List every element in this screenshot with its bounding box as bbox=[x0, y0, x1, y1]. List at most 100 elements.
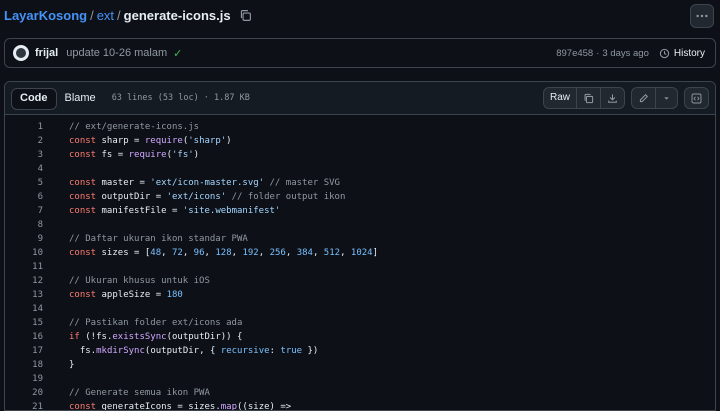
line-number[interactable]: 15 bbox=[5, 316, 43, 330]
code-line: 1 // ext/generate-icons.js bbox=[5, 120, 715, 134]
symbols-panel-button[interactable] bbox=[685, 88, 708, 108]
pencil-icon bbox=[639, 93, 649, 102]
line-content: const fs = require('fs') bbox=[69, 150, 200, 160]
line-number[interactable]: 12 bbox=[5, 274, 43, 288]
line-content: // ext/generate-icons.js bbox=[69, 122, 200, 132]
history-clock-icon bbox=[659, 48, 670, 58]
line-number[interactable]: 17 bbox=[5, 344, 43, 358]
tab-code[interactable]: Code bbox=[11, 88, 57, 110]
code-line: 7 const manifestFile = 'site.webmanifest' bbox=[5, 204, 715, 218]
history-button[interactable]: History bbox=[659, 48, 705, 59]
file-toolbar: Raw bbox=[537, 87, 709, 109]
breadcrumb-bar: LayarKosong / ext / generate-icons.js bbox=[0, 0, 720, 34]
line-content: const master = 'ext/icon-master.svg' // … bbox=[69, 178, 340, 188]
breadcrumb-separator: / bbox=[117, 8, 121, 23]
commit-hash[interactable]: 897e458 bbox=[556, 48, 593, 59]
line-number[interactable]: 13 bbox=[5, 288, 43, 302]
tab-blame[interactable]: Blame bbox=[57, 88, 104, 108]
code-line: 20 // Generate semua ikon PWA bbox=[5, 386, 715, 400]
line-content: // Daftar ukuran ikon standar PWA bbox=[69, 234, 248, 244]
line-number[interactable]: 1 bbox=[5, 120, 43, 134]
line-number[interactable]: 7 bbox=[5, 204, 43, 218]
download-button[interactable] bbox=[601, 88, 624, 108]
line-number[interactable]: 5 bbox=[5, 176, 43, 190]
code-line: 15 // Pastikan folder ext/icons ada bbox=[5, 316, 715, 330]
code-line: 17 fs.mkdirSync(outputDir, { recursive: … bbox=[5, 344, 715, 358]
line-number[interactable]: 18 bbox=[5, 358, 43, 372]
breadcrumb-repo-link[interactable]: LayarKosong bbox=[4, 8, 87, 23]
code-line: 11 bbox=[5, 260, 715, 274]
download-icon bbox=[608, 93, 617, 103]
line-content: const manifestFile = 'site.webmanifest' bbox=[69, 206, 281, 216]
line-content: fs.mkdirSync(outputDir, { recursive: tru… bbox=[79, 346, 319, 356]
commit-message[interactable]: update 10-26 malam bbox=[66, 47, 167, 59]
line-number[interactable]: 21 bbox=[5, 400, 43, 410]
commit-meta: 897e458 · 3 days ago History bbox=[556, 39, 705, 67]
line-content: const outputDir = 'ext/icons' // folder … bbox=[69, 192, 346, 202]
history-label: History bbox=[673, 47, 705, 59]
copy-raw-button[interactable] bbox=[577, 88, 601, 108]
breadcrumb-folder-link[interactable]: ext bbox=[97, 8, 114, 23]
line-number[interactable]: 11 bbox=[5, 260, 43, 274]
line-number[interactable]: 9 bbox=[5, 232, 43, 246]
line-number[interactable]: 10 bbox=[5, 246, 43, 260]
code-line: 14 bbox=[5, 302, 715, 316]
commit-time: 3 days ago bbox=[602, 47, 649, 59]
file-viewer: Code Blame 63 lines (53 loc) · 1.87 KB R… bbox=[4, 81, 716, 411]
line-content: const appleSize = 180 bbox=[69, 290, 183, 300]
line-content: // Ukuran khusus untuk iOS bbox=[69, 276, 210, 286]
code-line: 13 const appleSize = 180 bbox=[5, 288, 715, 302]
line-content: } bbox=[69, 360, 75, 370]
line-content: // Generate semua ikon PWA bbox=[69, 388, 210, 398]
line-content: if (!fs.existsSync(outputDir)) { bbox=[69, 332, 243, 342]
kebab-horizontal-icon bbox=[696, 14, 708, 18]
code-line: 16 if (!fs.existsSync(outputDir)) { bbox=[5, 330, 715, 344]
edit-dropdown-button[interactable] bbox=[656, 88, 677, 108]
line-number[interactable]: 8 bbox=[5, 218, 43, 232]
line-content: const sharp = require('sharp') bbox=[69, 136, 232, 146]
avatar[interactable] bbox=[13, 45, 29, 61]
code-line: 10 const sizes = [48, 72, 96, 128, 192, 2… bbox=[5, 246, 715, 260]
line-number[interactable]: 19 bbox=[5, 372, 43, 386]
code-line: 6 const outputDir = 'ext/icons' // folder… bbox=[5, 190, 715, 204]
commit-author[interactable]: frijal bbox=[35, 47, 58, 59]
breadcrumb-file-name: generate-icons.js bbox=[123, 8, 231, 23]
triangle-down-icon bbox=[664, 96, 669, 100]
copy-icon bbox=[584, 93, 594, 103]
line-number[interactable]: 6 bbox=[5, 190, 43, 204]
code-line: 5 const master = 'ext/icon-master.svg' //… bbox=[5, 176, 715, 190]
line-content: const generateIcons = sizes.map((size) =… bbox=[69, 402, 292, 411]
line-number[interactable]: 4 bbox=[5, 162, 43, 176]
code-line: 4 bbox=[5, 162, 715, 176]
line-number[interactable]: 2 bbox=[5, 134, 43, 148]
copy-path-icon[interactable] bbox=[239, 9, 253, 23]
breadcrumb-separator: / bbox=[90, 8, 94, 23]
code-line: 12 // Ukuran khusus untuk iOS bbox=[5, 274, 715, 288]
file-info: 63 lines (53 loc) · 1.87 KB bbox=[111, 93, 250, 103]
line-number[interactable]: 14 bbox=[5, 302, 43, 316]
code-line: 9 // Daftar ukuran ikon standar PWA bbox=[5, 232, 715, 246]
raw-button[interactable]: Raw bbox=[544, 88, 577, 108]
code-line: 19 bbox=[5, 372, 715, 386]
symbols-group bbox=[684, 87, 709, 109]
code-square-icon bbox=[691, 93, 702, 103]
latest-commit-box: frijal update 10-26 malam ✓ 897e458 · 3 … bbox=[4, 38, 716, 68]
line-number[interactable]: 16 bbox=[5, 330, 43, 344]
raw-actions-group: Raw bbox=[542, 87, 625, 109]
code-view: 1 // ext/generate-icons.js 2 const sharp = … bbox=[5, 115, 715, 411]
code-line: 18} bbox=[5, 358, 715, 372]
check-icon[interactable]: ✓ bbox=[173, 47, 182, 60]
line-number[interactable]: 20 bbox=[5, 386, 43, 400]
file-header: Code Blame 63 lines (53 loc) · 1.87 KB R… bbox=[5, 82, 715, 115]
more-options-button[interactable] bbox=[690, 4, 714, 28]
breadcrumb: LayarKosong / ext / generate-icons.js bbox=[4, 8, 253, 23]
edit-button[interactable] bbox=[632, 88, 656, 108]
code-line: 21 const generateIcons = sizes.map((size)… bbox=[5, 400, 715, 411]
code-line: 2 const sharp = require('sharp') bbox=[5, 134, 715, 148]
code-line: 3 const fs = require('fs') bbox=[5, 148, 715, 162]
edit-actions-group bbox=[631, 87, 678, 109]
line-content: // Pastikan folder ext/icons ada bbox=[69, 318, 243, 328]
line-number[interactable]: 3 bbox=[5, 148, 43, 162]
line-content: const sizes = [48, 72, 96, 128, 192, 256… bbox=[69, 248, 379, 258]
view-toggle: Code Blame bbox=[11, 88, 104, 110]
